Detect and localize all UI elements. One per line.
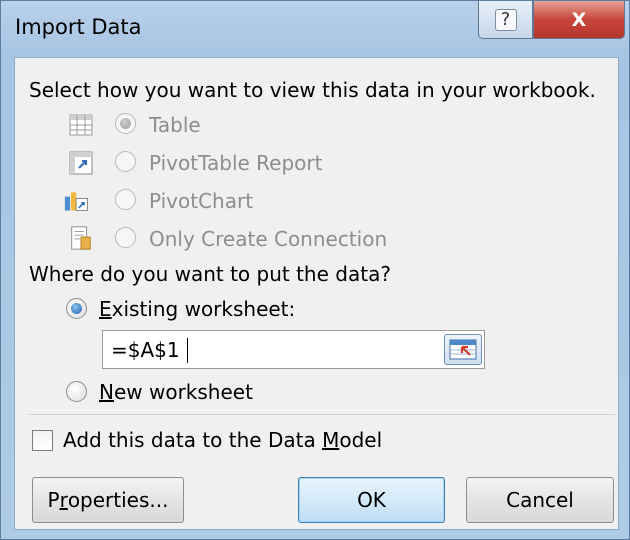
data-model-label[interactable]: Add this data to the Data Model — [63, 428, 382, 452]
separator — [29, 414, 615, 415]
location-prompt: Where do you want to put the data? — [29, 262, 391, 286]
close-icon: X — [571, 8, 587, 31]
connection-icon — [71, 226, 91, 250]
data-model-checkbox[interactable] — [32, 430, 53, 451]
view-prompt: Select how you want to view this data in… — [29, 78, 596, 102]
pivottable-option-label: PivotTable Report — [149, 151, 323, 175]
collapse-dialog-button[interactable] — [444, 334, 482, 365]
pivotchart-option-label: PivotChart — [149, 189, 254, 213]
existing-worksheet-radio[interactable] — [66, 298, 87, 319]
new-worksheet-label[interactable]: New worksheet — [99, 380, 253, 404]
cell-reference-input[interactable] — [107, 336, 441, 363]
range-select-icon — [449, 339, 477, 360]
help-button[interactable]: ? — [478, 1, 533, 39]
table-radio[interactable] — [115, 113, 136, 134]
table-option-label: Table — [149, 113, 201, 137]
table-icon — [69, 114, 93, 136]
connection-radio[interactable] — [115, 227, 136, 248]
existing-worksheet-label[interactable]: Existing worksheet: — [99, 297, 295, 321]
close-button[interactable]: X — [533, 1, 625, 39]
properties-button[interactable]: Pr operties... — [32, 477, 184, 523]
cell-reference-box — [102, 330, 485, 369]
cancel-button[interactable]: Cancel — [466, 477, 614, 523]
dialog-body: Select how you want to view this data in… — [14, 57, 619, 530]
connection-option-label: Only Create Connection — [149, 227, 388, 251]
new-worksheet-radio[interactable] — [66, 381, 87, 402]
pivotchart-radio[interactable] — [115, 189, 136, 210]
text-caret — [187, 338, 188, 363]
dialog-title: Import Data — [15, 15, 142, 39]
dialog-window: Import Data ? X Select how you want to v… — [0, 0, 630, 540]
pivottable-radio[interactable] — [115, 151, 136, 172]
ok-button[interactable]: OK — [298, 477, 445, 523]
pivotchart-icon — [64, 192, 88, 211]
pivottable-icon — [69, 151, 93, 175]
help-icon: ? — [494, 8, 517, 31]
